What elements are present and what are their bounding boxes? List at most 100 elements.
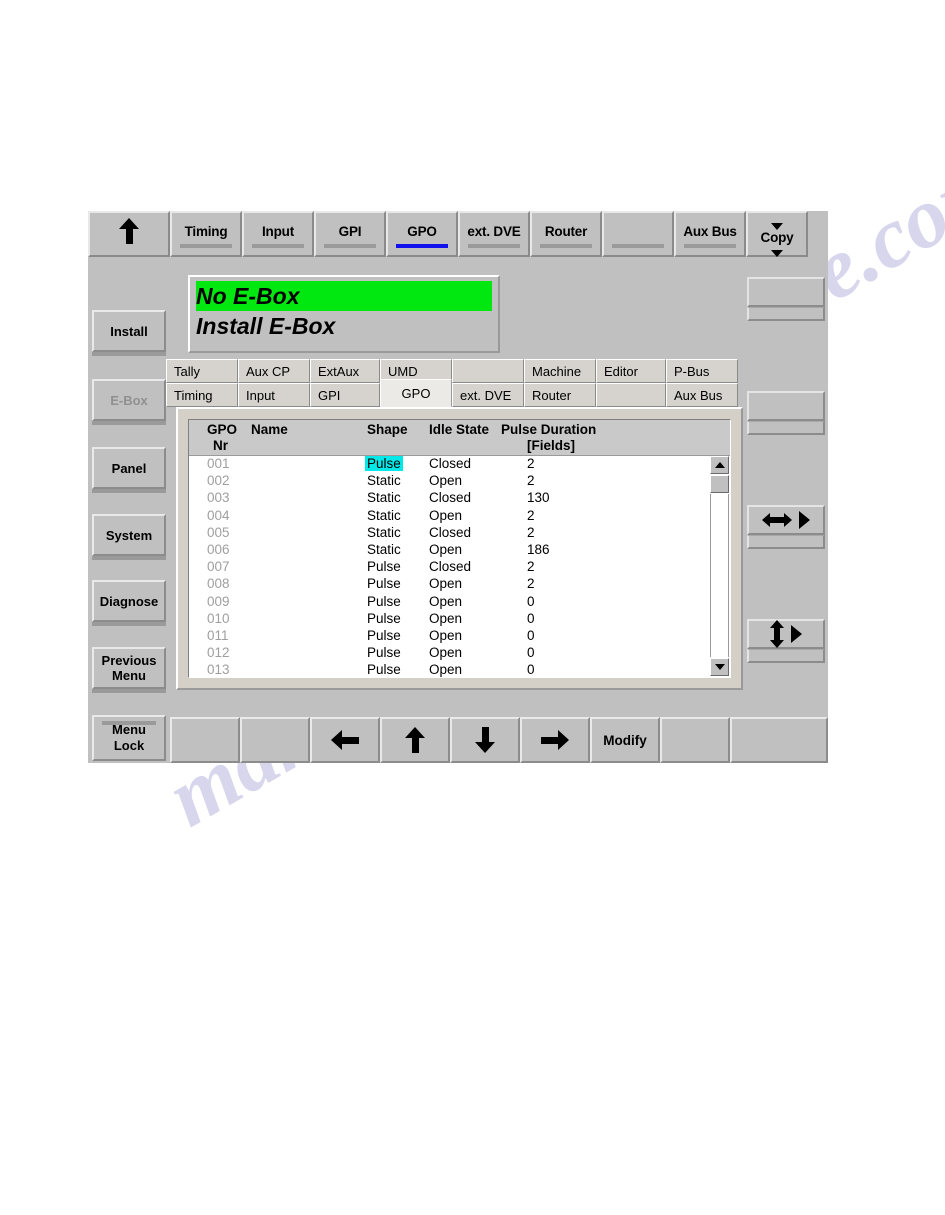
sidebar-button-e-box[interactable]: E-Box [92, 379, 166, 421]
bottom-button-blank-0[interactable] [170, 717, 240, 763]
table-cell-pulse-duration[interactable]: 2 [527, 525, 535, 540]
table-cell-shape[interactable]: Pulse [367, 662, 401, 677]
toolbar-button-arrow-up[interactable] [88, 211, 170, 257]
bottom-button-blank-1[interactable] [240, 717, 310, 763]
gpo-grid[interactable]: GPO Nr Name Shape Idle State Pulse Durat… [188, 419, 731, 678]
table-cell-pulse-duration[interactable]: 2 [527, 576, 535, 591]
table-cell-shape[interactable]: Pulse [365, 456, 403, 471]
tab-tally[interactable]: Tally [166, 359, 238, 383]
table-row[interactable]: 009 Pulse Open 0 [189, 594, 730, 611]
toolbar-button-input[interactable]: Input [242, 211, 314, 257]
table-cell-pulse-duration[interactable]: 0 [527, 645, 535, 660]
table-cell-idle-state[interactable]: Open [429, 662, 462, 677]
toolbar-button-ext-dve[interactable]: ext. DVE [458, 211, 530, 257]
bottom-button-arrow-left[interactable] [310, 717, 380, 763]
table-cell-pulse-duration[interactable]: 0 [527, 628, 535, 643]
table-cell-nr[interactable]: 012 [207, 645, 230, 660]
table-cell-idle-state[interactable]: Open [429, 576, 462, 591]
table-row[interactable]: 006 Static Open 186 [189, 542, 730, 559]
tab-gpi[interactable]: GPI [310, 383, 380, 407]
bottom-button-arrow-up[interactable] [380, 717, 450, 763]
table-cell-idle-state[interactable]: Closed [429, 490, 471, 505]
table-cell-shape[interactable]: Static [367, 525, 401, 540]
bottom-button-arrow-right[interactable] [520, 717, 590, 763]
table-row[interactable]: 002 Static Open 2 [189, 473, 730, 490]
table-row[interactable]: 010 Pulse Open 0 [189, 611, 730, 628]
table-row[interactable]: 008 Pulse Open 2 [189, 576, 730, 593]
table-cell-nr[interactable]: 004 [207, 508, 230, 523]
tab-gpo[interactable]: GPO [380, 379, 452, 407]
sidebar-button-diagnose[interactable]: Diagnose [92, 580, 166, 622]
tab-p-bus[interactable]: P-Bus [666, 359, 738, 383]
table-cell-pulse-duration[interactable]: 0 [527, 662, 535, 677]
table-cell-nr[interactable]: 003 [207, 490, 230, 505]
toolbar-button-gpo[interactable]: GPO [386, 211, 458, 257]
table-cell-pulse-duration[interactable]: 2 [527, 473, 535, 488]
table-cell-pulse-duration[interactable]: 0 [527, 611, 535, 626]
table-cell-shape[interactable]: Pulse [367, 628, 401, 643]
right-panel-button-blank-0[interactable] [747, 277, 825, 307]
table-row[interactable]: 007 Pulse Closed 2 [189, 559, 730, 576]
tab-timing[interactable]: Timing [166, 383, 238, 407]
table-cell-idle-state[interactable]: Open [429, 611, 462, 626]
table-cell-nr[interactable]: 011 [207, 628, 229, 643]
tab-editor[interactable]: Editor [596, 359, 666, 383]
table-cell-pulse-duration[interactable]: 2 [527, 508, 535, 523]
tab-ext-dve[interactable]: ext. DVE [452, 383, 524, 407]
table-cell-pulse-duration[interactable]: 186 [527, 542, 550, 557]
table-cell-pulse-duration[interactable]: 2 [527, 559, 535, 574]
sidebar-button-menu-lock[interactable]: Menu Lock [92, 715, 166, 761]
bottom-button-blank-8[interactable] [730, 717, 828, 763]
toolbar-button-copy[interactable]: Copy [746, 211, 808, 257]
table-row[interactable]: 011 Pulse Open 0 [189, 628, 730, 645]
sidebar-button-panel[interactable]: Panel [92, 447, 166, 489]
table-row[interactable]: 005 Static Closed 2 [189, 525, 730, 542]
table-row[interactable]: 003 Static Closed 130 [189, 490, 730, 507]
right-panel-button-vertical-double-arrow[interactable] [747, 619, 825, 649]
bottom-button-modify[interactable]: Modify [590, 717, 660, 763]
table-row[interactable]: 004 Static Open 2 [189, 508, 730, 525]
table-cell-pulse-duration[interactable]: 0 [527, 594, 535, 609]
table-cell-idle-state[interactable]: Open [429, 645, 462, 660]
table-cell-shape[interactable]: Static [367, 542, 401, 557]
table-cell-pulse-duration[interactable]: 130 [527, 490, 550, 505]
table-cell-idle-state[interactable]: Closed [429, 559, 471, 574]
table-cell-shape[interactable]: Pulse [367, 594, 401, 609]
table-cell-nr[interactable]: 008 [207, 576, 230, 591]
table-cell-shape[interactable]: Static [367, 508, 401, 523]
tab-extaux[interactable]: ExtAux [310, 359, 380, 383]
toolbar-button-aux-bus[interactable]: Aux Bus [674, 211, 746, 257]
table-cell-nr[interactable]: 009 [207, 594, 230, 609]
tab-machine[interactable]: Machine [524, 359, 596, 383]
toolbar-button-router[interactable]: Router [530, 211, 602, 257]
table-cell-nr[interactable]: 006 [207, 542, 230, 557]
vertical-scrollbar[interactable] [710, 456, 729, 676]
bottom-button-blank-7[interactable] [660, 717, 730, 763]
table-cell-nr[interactable]: 005 [207, 525, 230, 540]
table-cell-idle-state[interactable]: Open [429, 594, 462, 609]
right-panel-button-blank-1[interactable] [747, 391, 825, 421]
table-cell-idle-state[interactable]: Open [429, 508, 462, 523]
table-cell-shape[interactable]: Pulse [367, 645, 401, 660]
tab-aux-bus[interactable]: Aux Bus [666, 383, 738, 407]
tab-input[interactable]: Input [238, 383, 310, 407]
sidebar-button-previous-menu[interactable]: Previous Menu [92, 647, 166, 689]
tab-aux-cp[interactable]: Aux CP [238, 359, 310, 383]
table-cell-nr[interactable]: 013 [207, 662, 230, 677]
table-cell-idle-state[interactable]: Closed [429, 456, 471, 471]
table-row[interactable]: 001 Pulse Closed 2 [189, 456, 730, 473]
table-cell-idle-state[interactable]: Closed [429, 525, 471, 540]
table-cell-shape[interactable]: Pulse [367, 611, 401, 626]
table-cell-pulse-duration[interactable]: 2 [527, 456, 535, 471]
sidebar-button-system[interactable]: System [92, 514, 166, 556]
table-cell-nr[interactable]: 001 [207, 456, 230, 471]
table-cell-shape[interactable]: Static [367, 490, 401, 505]
toolbar-button-gpi[interactable]: GPI [314, 211, 386, 257]
table-cell-nr[interactable]: 007 [207, 559, 230, 574]
table-cell-nr[interactable]: 010 [207, 611, 230, 626]
scrollbar-thumb[interactable] [710, 475, 729, 493]
table-cell-idle-state[interactable]: Open [429, 542, 462, 557]
table-row[interactable]: 013 Pulse Open 0 [189, 662, 730, 677]
tab-blank-6[interactable] [596, 383, 666, 407]
tab-router[interactable]: Router [524, 383, 596, 407]
